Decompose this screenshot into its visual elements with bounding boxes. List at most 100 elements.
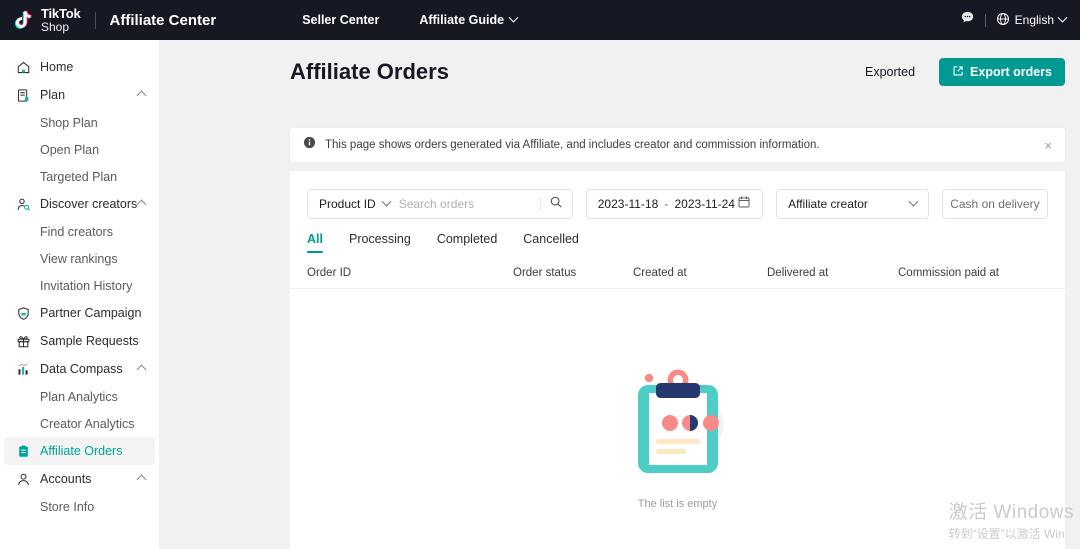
exported-button[interactable]: Exported [851, 58, 929, 86]
orders-table-header: Order ID Order status Created at Deliver… [290, 257, 1065, 289]
sidebar-item-store-info[interactable]: Store Info [4, 493, 155, 520]
column-header-commission-paid-at: Commission paid at [898, 267, 1048, 279]
order-status-tabs: All Processing Completed Cancelled [290, 219, 1065, 253]
chevron-up-icon [138, 201, 145, 208]
info-banner: This page shows orders generated via Aff… [290, 128, 1065, 162]
topbar-divider [985, 14, 986, 27]
windows-activation-watermark: 激活 Windows 转到“设置”以激活 Win [949, 501, 1074, 543]
sidebar-item-affiliate-orders-label: Affiliate Orders [40, 444, 122, 458]
sidebar-item-targeted-plan[interactable]: Targeted Plan [4, 163, 155, 190]
sidebar-item-plan-analytics-label: Plan Analytics [40, 390, 118, 404]
page-title: Affiliate Orders [290, 59, 449, 85]
orders-panel: Product ID Search orders 2023-11-18 - 20… [290, 171, 1065, 549]
sidebar-item-plan[interactable]: Plan [4, 81, 155, 109]
date-range-start: 2023-11-18 [598, 197, 659, 211]
topbar-right-controls: English [960, 0, 1066, 40]
top-navigation-bar: TikTok Shop Affiliate Center Seller Cent… [0, 0, 1080, 40]
logo-line-tiktok: TikTok [41, 7, 81, 20]
sidebar-item-open-plan-label: Open Plan [40, 143, 99, 157]
sidebar-item-creator-analytics-label: Creator Analytics [40, 417, 134, 431]
tab-all[interactable]: All [307, 232, 323, 253]
sidebar-item-shop-plan[interactable]: Shop Plan [4, 109, 155, 136]
affiliate-center-page: TikTok Shop Affiliate Center Seller Cent… [0, 0, 1080, 549]
sidebar-item-targeted-plan-label: Targeted Plan [40, 170, 117, 184]
sidebar-item-plan-label: Plan [40, 88, 65, 102]
logo-line-shop: Shop [41, 21, 81, 33]
search-orders-field[interactable]: Product ID Search orders [307, 189, 573, 219]
top-nav-affiliate-guide[interactable]: Affiliate Guide [419, 13, 517, 27]
tab-completed-label: Completed [437, 232, 497, 246]
sidebar-item-store-info-label: Store Info [40, 500, 94, 514]
date-range-end: 2023-11-24 [674, 197, 735, 211]
app-title: Affiliate Center [110, 12, 217, 29]
sidebar-item-plan-analytics[interactable]: Plan Analytics [4, 383, 155, 410]
tab-completed[interactable]: Completed [437, 232, 497, 253]
affiliate-creator-select[interactable]: Affiliate creator [776, 189, 929, 219]
sidebar-item-data-compass[interactable]: Data Compass [4, 355, 155, 383]
tab-cancelled[interactable]: Cancelled [523, 232, 579, 253]
top-nav-seller-center[interactable]: Seller Center [302, 13, 379, 27]
sidebar-item-invitation-history-label: Invitation History [40, 279, 132, 293]
person-search-icon [15, 196, 31, 212]
empty-state: The list is empty [290, 367, 1065, 510]
top-nav-affiliate-guide-label: Affiliate Guide [419, 13, 504, 27]
chevron-down-icon[interactable] [381, 196, 391, 206]
chevron-up-icon [138, 476, 145, 483]
column-header-order-status: Order status [513, 267, 633, 279]
sidebar-item-shop-plan-label: Shop Plan [40, 116, 98, 130]
home-icon [15, 59, 31, 75]
date-range-picker[interactable]: 2023-11-18 - 2023-11-24 [586, 189, 763, 219]
search-input[interactable]: Search orders [399, 197, 540, 211]
sidebar-item-partner-campaign[interactable]: Partner Campaign [4, 299, 155, 327]
cash-on-delivery-filter[interactable]: Cash on delivery [942, 189, 1048, 219]
sidebar-item-accounts[interactable]: Accounts [4, 465, 155, 493]
tab-all-label: All [307, 232, 323, 246]
calendar-icon[interactable] [737, 195, 751, 214]
exported-button-label: Exported [865, 65, 915, 79]
tiktok-shop-logo[interactable]: TikTok Shop [0, 7, 81, 33]
sidebar-item-discover-creators[interactable]: Discover creators [4, 190, 155, 218]
language-label: English [1015, 13, 1054, 27]
sidebar-item-discover-creators-label: Discover creators [40, 197, 137, 211]
external-link-icon [952, 65, 964, 80]
chat-bubble-icon[interactable] [960, 10, 975, 30]
tiktok-note-icon [12, 8, 36, 32]
bar-chart-icon [15, 361, 31, 377]
sidebar-item-home[interactable]: Home [4, 53, 155, 81]
shield-icon [15, 305, 31, 321]
sidebar-item-data-compass-label: Data Compass [40, 362, 123, 376]
close-icon[interactable]: × [1044, 139, 1052, 152]
plan-document-icon [15, 87, 31, 103]
language-selector[interactable]: English [996, 12, 1066, 29]
sidebar-item-find-creators[interactable]: Find creators [4, 218, 155, 245]
date-range-separator: - [664, 197, 668, 211]
user-icon [15, 471, 31, 487]
top-nav-seller-center-label: Seller Center [302, 13, 379, 27]
sidebar-item-find-creators-label: Find creators [40, 225, 113, 239]
sidebar-item-view-rankings[interactable]: View rankings [4, 245, 155, 272]
search-icon[interactable] [549, 195, 563, 214]
clipboard-icon [15, 443, 31, 459]
sidebar-item-creator-analytics[interactable]: Creator Analytics [4, 410, 155, 437]
export-orders-button[interactable]: Export orders [939, 58, 1065, 86]
info-icon [303, 136, 316, 154]
affiliate-creator-select-label: Affiliate creator [788, 197, 868, 211]
sidebar-item-sample-requests[interactable]: Sample Requests [4, 327, 155, 355]
chevron-down-icon [509, 12, 519, 22]
chevron-up-icon [138, 366, 145, 373]
tab-processing[interactable]: Processing [349, 232, 411, 253]
info-banner-text: This page shows orders generated via Aff… [325, 139, 820, 151]
sidebar-item-open-plan[interactable]: Open Plan [4, 136, 155, 163]
sidebar-item-affiliate-orders[interactable]: Affiliate Orders [4, 437, 155, 465]
sidebar-item-invitation-history[interactable]: Invitation History [4, 272, 155, 299]
gift-icon [15, 333, 31, 349]
chevron-up-icon [138, 92, 145, 99]
clipboard-empty-illustration [630, 367, 726, 484]
sidebar-item-partner-campaign-label: Partner Campaign [40, 306, 141, 320]
filter-bar: Product ID Search orders 2023-11-18 - 20… [290, 171, 1065, 219]
globe-icon [996, 12, 1010, 29]
watermark-line-2: 转到“设置”以激活 Win [949, 525, 1074, 543]
sidebar-item-accounts-label: Accounts [40, 472, 91, 486]
page-header-actions: Exported Export orders [851, 58, 1065, 86]
chevron-down-icon [908, 196, 918, 206]
